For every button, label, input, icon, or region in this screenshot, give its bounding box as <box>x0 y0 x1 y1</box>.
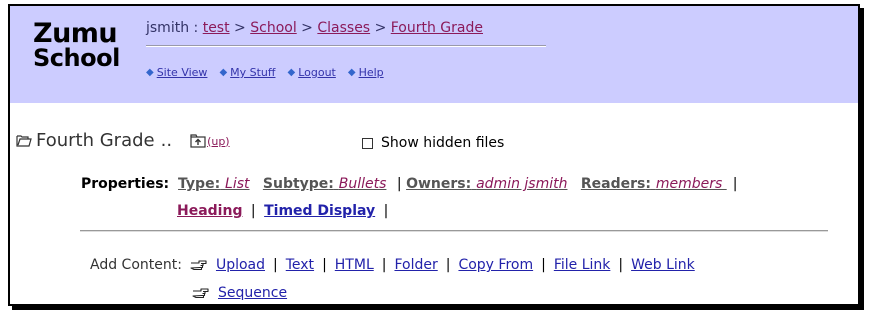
page-frame: Zumu School jsmith : test > School > Cla… <box>8 4 860 306</box>
breadcrumb-colon: : <box>193 20 199 36</box>
property-owners-link[interactable]: Owners: admin jsmith <box>406 176 567 192</box>
properties-label: Properties: <box>81 176 170 192</box>
pointing-hand-icon <box>190 260 207 271</box>
top-nav: ◆ Site View ◆ My Stuff ◆ Logout ◆ Help <box>146 66 384 79</box>
diamond-bullet-icon: ◆ <box>146 67 154 78</box>
property-owners-value: admin jsmith <box>476 176 568 192</box>
header-band: Zumu School jsmith : test > School > Cla… <box>10 6 858 103</box>
nav-item-logout[interactable]: ◆ Logout <box>287 66 335 79</box>
add-web-link-link[interactable]: Web Link <box>631 257 695 273</box>
add-folder-link[interactable]: Folder <box>394 257 437 273</box>
folder-title: Fourth Grade <box>36 130 155 151</box>
property-colon: : <box>328 176 334 192</box>
logo-line2: School <box>33 44 120 72</box>
property-subtype-link[interactable]: Subtype: Bullets <box>263 176 387 192</box>
pipe-separator: | <box>381 257 387 273</box>
property-colon: : <box>645 176 651 192</box>
breadcrumb-item-classes[interactable]: Classes <box>317 20 370 36</box>
pipe-separator: | <box>541 257 546 273</box>
add-content-row: Add Content: Upload | Text | HTML | Fold… <box>90 257 695 273</box>
open-folder-icon <box>16 135 32 147</box>
add-upload-link[interactable]: Upload <box>216 257 265 273</box>
show-hidden-files-checkbox[interactable] <box>362 137 373 149</box>
breadcrumb-item-school[interactable]: School <box>250 20 296 36</box>
add-copy-from-link[interactable]: Copy From <box>458 257 533 273</box>
property-colon: : <box>214 176 221 192</box>
breadcrumb-arrow: > <box>234 20 246 36</box>
add-content-label: Add Content: <box>90 257 182 273</box>
add-sequence-link[interactable]: Sequence <box>218 285 287 301</box>
add-content-row-2: Sequence <box>192 285 287 301</box>
show-hidden-files-label: Show hidden files <box>381 135 505 151</box>
pipe-separator: | <box>273 257 278 273</box>
breadcrumb: jsmith : test > School > Classes > Fourt… <box>146 20 483 36</box>
property-readers-key: Readers <box>580 176 646 192</box>
zumu-school-logo[interactable]: Zumu School <box>33 20 143 72</box>
properties-row-2: Heading | Timed Display | <box>177 203 392 219</box>
property-owners-key: Owners <box>406 176 466 192</box>
property-subtype-key: Subtype <box>262 176 329 192</box>
property-type-link[interactable]: Type: List <box>178 176 250 192</box>
breadcrumb-arrow: > <box>374 20 387 36</box>
nav-item-site-view[interactable]: ◆ Site View <box>146 66 207 79</box>
header-divider <box>146 45 546 47</box>
nav-item-my-stuff[interactable]: ◆ My Stuff <box>219 66 275 79</box>
breadcrumb-item-test[interactable]: test <box>203 20 230 36</box>
property-readers-value: members <box>655 176 727 192</box>
pipe-separator: | <box>250 203 256 219</box>
properties-row: Properties: Type: List Subtype: Bullets … <box>81 176 737 192</box>
breadcrumb-user: jsmith <box>146 20 190 36</box>
pipe-separator: | <box>618 257 624 273</box>
nav-link-site-view[interactable]: Site View <box>157 66 208 79</box>
nav-link-my-stuff[interactable]: My Stuff <box>230 66 275 79</box>
folder-title-row: Fourth Grade .. (up) <box>16 130 230 151</box>
timed-display-link[interactable]: Timed Display <box>264 203 375 219</box>
property-colon: : <box>465 176 472 192</box>
up-link[interactable]: (up) <box>207 135 230 148</box>
folder-title-dots: .. <box>160 130 173 151</box>
add-text-link[interactable]: Text <box>286 257 314 273</box>
add-html-link[interactable]: HTML <box>335 257 374 273</box>
nav-link-help[interactable]: Help <box>359 66 384 79</box>
up-folder-link[interactable]: (up) <box>190 133 230 148</box>
breadcrumb-arrow: > <box>301 20 313 36</box>
show-hidden-files-toggle[interactable]: Show hidden files <box>362 135 504 151</box>
pipe-separator: | <box>732 176 738 192</box>
property-readers-link[interactable]: Readers: members <box>581 176 727 192</box>
pipe-separator: | <box>396 176 402 192</box>
pipe-separator: | <box>383 203 389 219</box>
property-subtype-value: Bullets <box>338 176 387 192</box>
diamond-bullet-icon: ◆ <box>287 67 296 78</box>
heading-link[interactable]: Heading <box>177 203 242 219</box>
add-file-link-link[interactable]: File Link <box>554 257 611 273</box>
property-type-value: List <box>225 176 250 192</box>
property-type-key: Type <box>178 176 215 192</box>
breadcrumb-item-fourth-grade[interactable]: Fourth Grade <box>391 20 483 36</box>
up-folder-icon <box>190 133 206 148</box>
diamond-bullet-icon: ◆ <box>347 67 356 78</box>
nav-item-help[interactable]: ◆ Help <box>348 66 384 79</box>
diamond-bullet-icon: ◆ <box>219 67 228 78</box>
nav-link-logout[interactable]: Logout <box>298 66 336 79</box>
pointing-hand-icon <box>192 288 209 299</box>
section-divider <box>80 230 828 232</box>
pipe-separator: | <box>322 257 327 273</box>
pipe-separator: | <box>445 257 451 273</box>
